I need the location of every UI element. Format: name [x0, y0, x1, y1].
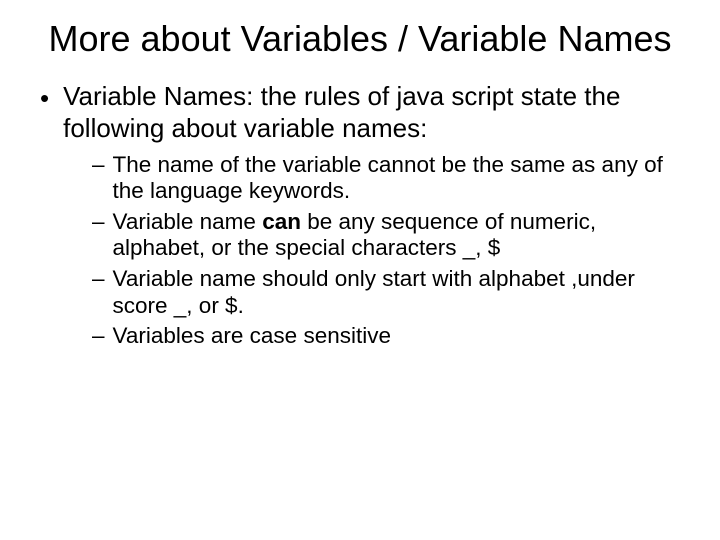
sub-bullet-text: Variables are case sensitive: [113, 323, 391, 350]
sub-bullet-item: – Variable name should only start with a…: [92, 266, 680, 319]
bullet-level1: • Variable Names: the rules of java scri…: [40, 81, 680, 143]
sub-bullet-marker: –: [92, 323, 105, 350]
sub-bullet-marker: –: [92, 152, 105, 205]
sub-bullet-bold: can: [262, 209, 301, 234]
slide: More about Variables / Variable Names • …: [0, 0, 720, 540]
sub-bullet-marker: –: [92, 266, 105, 319]
bullet-marker: •: [40, 83, 49, 143]
sub-bullet-prefix: Variable name: [113, 209, 263, 234]
sub-bullet-item: – Variables are case sensitive: [92, 323, 680, 350]
sub-bullet-list: – The name of the variable cannot be the…: [92, 152, 680, 350]
sub-bullet-item: – Variable name can be any sequence of n…: [92, 209, 680, 262]
sub-bullet-item: – The name of the variable cannot be the…: [92, 152, 680, 205]
slide-title: More about Variables / Variable Names: [40, 18, 680, 59]
sub-bullet-text: Variable name can be any sequence of num…: [113, 209, 680, 262]
bullet-text: Variable Names: the rules of java script…: [63, 81, 680, 143]
sub-bullet-marker: –: [92, 209, 105, 262]
sub-bullet-text: Variable name should only start with alp…: [113, 266, 680, 319]
sub-bullet-text: The name of the variable cannot be the s…: [113, 152, 680, 205]
